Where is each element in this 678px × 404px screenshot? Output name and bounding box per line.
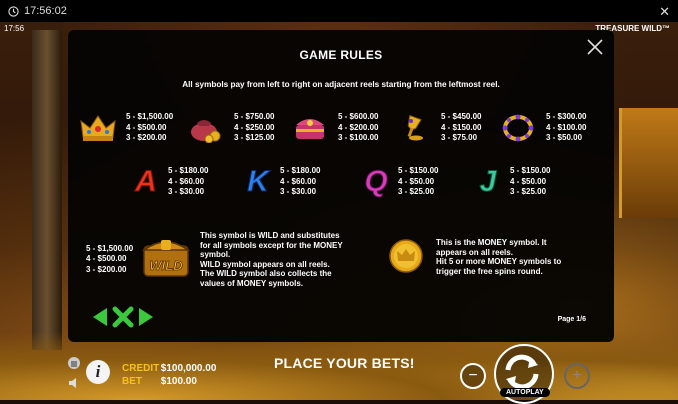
close-rules-button[interactable]: [112, 306, 134, 328]
pay-4: 4 - $500.00: [126, 122, 167, 132]
pay-5: 5 - $1,500.00: [86, 244, 134, 253]
clock-icon: [8, 5, 19, 17]
credit-label: CREDIT: [122, 363, 160, 374]
wild-paytable: 5 - $1,500.00 4 - $500.00 3 - $200.00: [86, 244, 133, 275]
wild-desc-line: symbol.: [200, 250, 231, 260]
paytable-q: Q 5 - $150.00 4 - $50.00 3 - $25.00: [356, 165, 439, 198]
paytable-crown: 5 - $1,500.00 4 - $500.00 3 - $200.00: [78, 112, 173, 144]
paytable-k: K 5 - $180.00 4 - $60.00 3 - $30.00: [238, 165, 321, 198]
paytable-bracelet: 5 - $300.00 4 - $100.00 3 - $50.00: [498, 112, 586, 144]
pay-5: 5 - $180.00: [280, 166, 321, 176]
pay-3: 3 - $100.00: [338, 133, 379, 143]
pay-3: 3 - $25.00: [398, 187, 435, 197]
increase-bet-button[interactable]: +: [564, 363, 590, 389]
game-rules-modal: GAME RULES All symbols pay from left to …: [68, 30, 614, 342]
modal-title: GAME RULES: [299, 48, 383, 62]
bracelet-icon: [498, 112, 538, 144]
pay-5: 5 - $180.00: [168, 166, 209, 176]
golden-goblet-icon: [393, 112, 433, 144]
menu-icon: [71, 361, 77, 367]
browser-top-bar: 17:56:02 ✕: [0, 0, 678, 22]
money-icon: [388, 238, 424, 274]
credit-bet-panel: CREDIT $100,000.00 BET $100.00: [122, 362, 216, 388]
letter-a-glyph: A: [135, 165, 158, 198]
browser-time: 17:56:02: [24, 5, 67, 17]
pay-4: 4 - $60.00: [280, 176, 317, 186]
money-desc-line: This is the MONEY symbol. It: [436, 238, 547, 247]
letter-k-glyph: K: [247, 165, 270, 198]
wild-desc-line: This symbol is WILD and substitutes: [200, 231, 340, 240]
paytable-j: J 5 - $150.00 4 - $50.00 3 - $25.00: [468, 165, 551, 198]
pay-3: 3 - $30.00: [280, 187, 317, 197]
letter-a-icon: A: [126, 165, 166, 198]
money-description: This is the MONEY symbol. It appears on …: [436, 238, 561, 276]
pay-3: 3 - $25.00: [510, 187, 547, 197]
pay-3: 3 - $125.00: [234, 133, 275, 143]
browser-close-icon[interactable]: ✕: [659, 4, 670, 20]
letter-k-icon: K: [238, 165, 278, 198]
credit-value: $100,000.00: [160, 363, 217, 374]
pay-4: 4 - $60.00: [168, 176, 205, 186]
paytable-a: A 5 - $180.00 4 - $60.00 3 - $30.00: [126, 165, 209, 198]
wild-desc-line: WILD symbol appears on all reels.: [200, 259, 330, 269]
paytable-goblet: 5 - $450.00 4 - $150.00 3 - $75.00: [393, 112, 481, 144]
letter-j-icon: J: [468, 165, 508, 198]
pay-5: 5 - $450.00: [441, 112, 482, 122]
prev-page-button[interactable]: [92, 307, 108, 327]
pay-5: 5 - $600.00: [338, 112, 379, 122]
decrease-bet-button[interactable]: −: [460, 363, 486, 389]
menu-button[interactable]: [68, 357, 80, 369]
pay-4: 4 - $50.00: [398, 176, 435, 186]
money-desc-line: appears on all reels.: [436, 247, 513, 257]
pay-5: 5 - $750.00: [234, 112, 275, 122]
pay-4: 4 - $200.00: [338, 122, 379, 132]
sound-button[interactable]: [68, 376, 80, 388]
pay-5: 5 - $150.00: [398, 166, 439, 176]
letter-j-glyph: J: [479, 165, 497, 198]
pay-5: 5 - $300.00: [546, 112, 587, 122]
bet-value: $100.00: [160, 376, 197, 387]
pay-3: 3 - $200.00: [86, 264, 127, 274]
wild-desc-line: for all symbols except for the MONEY: [200, 240, 343, 250]
wild-desc-line: values of MONEY symbols.: [200, 278, 303, 288]
wild-label: WILD: [149, 258, 183, 274]
pay-3: 3 - $75.00: [441, 133, 478, 143]
pay-4: 4 - $250.00: [234, 122, 275, 132]
pay-5: 5 - $1,500.00: [126, 112, 174, 122]
page-navigation: [92, 306, 154, 328]
money-desc-line: trigger the free spins round.: [436, 266, 543, 276]
modal-subtitle: All symbols pay from left to right on ad…: [182, 80, 500, 89]
letter-q-glyph: Q: [364, 165, 388, 198]
page-indicator: Page 1/6: [557, 316, 586, 323]
letter-q-icon: Q: [356, 165, 396, 198]
pay-4: 4 - $150.00: [441, 122, 482, 132]
paytable-jewel-box: 5 - $600.00 4 - $200.00 3 - $100.00: [290, 112, 378, 144]
treasure-chest: [619, 108, 678, 218]
game-time: 17:56: [4, 24, 25, 33]
treasure-bag-icon: [186, 112, 226, 144]
pay-3: 3 - $30.00: [168, 187, 205, 197]
next-page-button[interactable]: [138, 307, 154, 327]
stone-pillar: [32, 30, 62, 350]
paytable-bag: 5 - $750.00 4 - $250.00 3 - $125.00: [186, 112, 274, 144]
pay-4: 4 - $500.00: [86, 254, 127, 264]
wild-description: This symbol is WILD and substitutes for …: [200, 231, 343, 289]
wild-desc-line: The WILD symbol also collects the: [200, 269, 332, 279]
clock: 17:56:02: [8, 5, 67, 17]
bet-label: BET: [122, 376, 142, 387]
pay-4: 4 - $50.00: [510, 176, 547, 186]
wild-icon: WILD: [140, 236, 192, 280]
autoplay-button[interactable]: AUTOPLAY: [500, 388, 550, 397]
jewel-box-icon: [290, 112, 330, 144]
status-message: PLACE YOUR BETS!: [274, 355, 415, 371]
speaker-icon: [69, 378, 76, 388]
pay-3: 3 - $50.00: [546, 133, 583, 143]
pay-3: 3 - $200.00: [126, 133, 167, 143]
crown-icon: [78, 112, 118, 144]
money-desc-line: Hit 5 or more MONEY symbols to: [436, 257, 562, 267]
pay-5: 5 - $150.00: [510, 166, 551, 176]
pay-4: 4 - $100.00: [546, 122, 587, 132]
info-button[interactable]: i: [86, 360, 110, 384]
